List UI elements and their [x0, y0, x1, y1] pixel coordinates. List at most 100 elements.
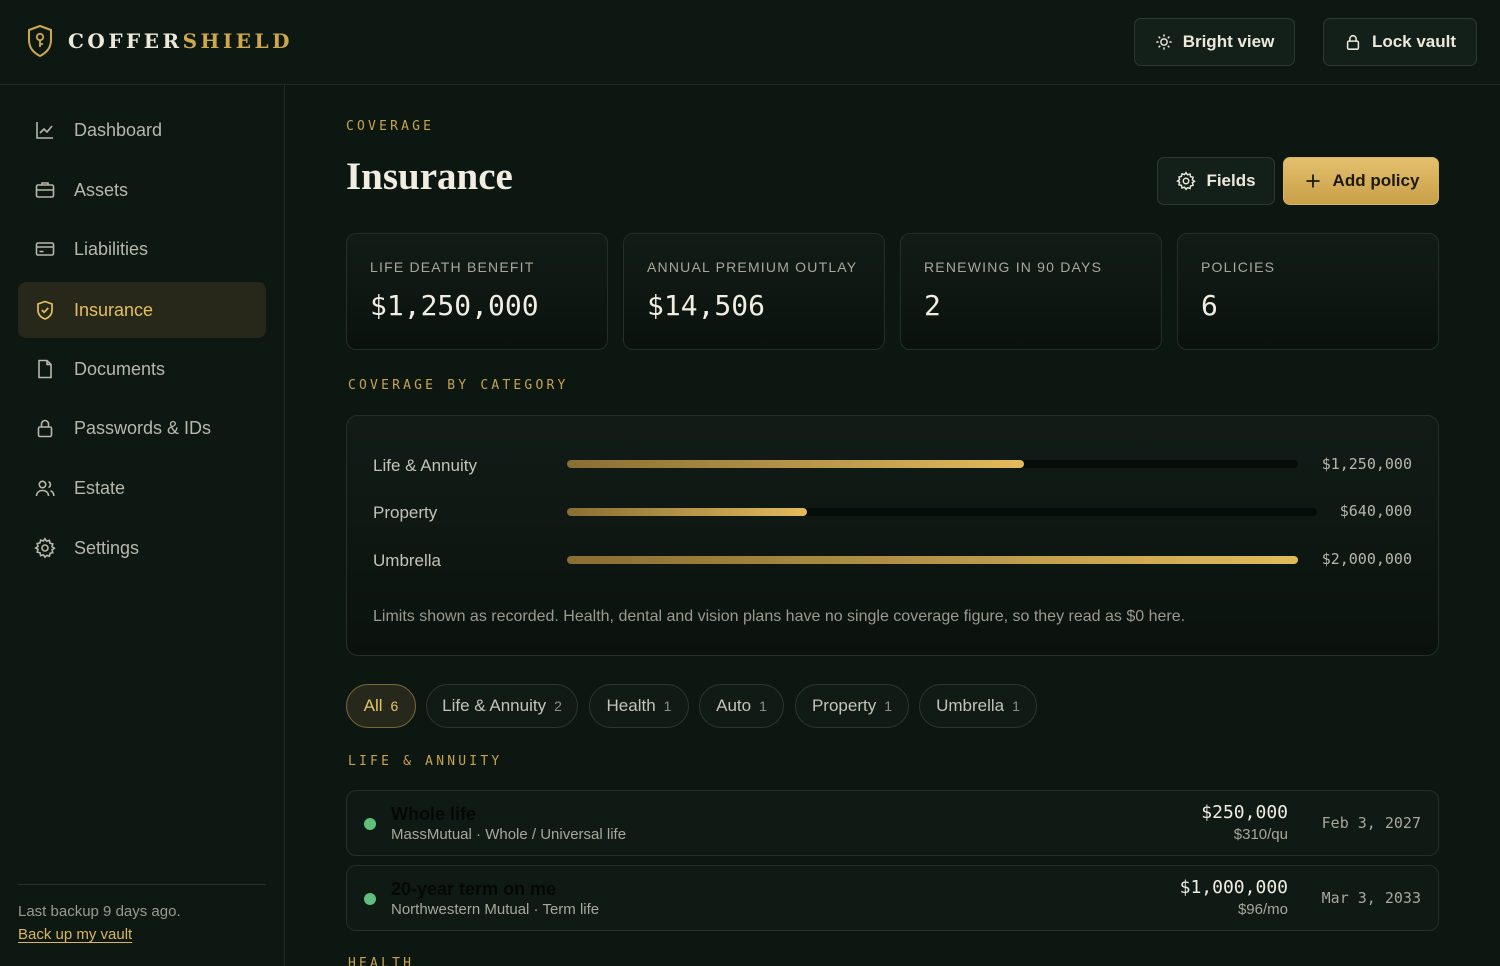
stat-value: $14,506 — [647, 289, 766, 322]
coverage-value: $1,250,000 — [1321, 455, 1412, 473]
stat-card-renewing: RENEWING IN 90 DAYS 2 — [900, 233, 1162, 350]
sidebar-item-assets[interactable]: Assets — [18, 162, 266, 218]
coverage-card: Life & Annuity $1,250,000 Property $640,… — [346, 415, 1439, 656]
brand-name-part-1: COFFER — [68, 29, 183, 53]
backup-vault-link[interactable]: Back up my vault — [18, 926, 132, 943]
status-dot — [364, 818, 376, 830]
brand-name-part-2: SHIELD — [182, 29, 293, 53]
plus-icon — [1306, 174, 1320, 188]
policy-name: Whole life — [391, 804, 476, 824]
add-policy-button[interactable]: Add policy — [1283, 157, 1439, 205]
chip-label: All — [363, 696, 383, 715]
file-icon — [38, 359, 52, 379]
chip-count: 1 — [663, 698, 672, 714]
policy-renewal-date: Feb 3, 2027 — [1321, 814, 1421, 832]
coverage-label: Umbrella — [373, 551, 442, 570]
last-backup-text: Last backup 9 days ago. — [18, 903, 181, 920]
filter-chip-auto[interactable]: Auto 1 — [699, 684, 784, 728]
policy-row-term-life[interactable]: 20-year term on me Northwestern Mutual ·… — [346, 865, 1439, 931]
policy-row-whole-life[interactable]: Whole life MassMutual · Whole / Universa… — [346, 790, 1439, 856]
coverage-label: Property — [373, 503, 438, 522]
brand-name: COFFERSHIELD — [68, 29, 293, 53]
coverage-bar-life — [567, 460, 1024, 468]
coverage-track — [567, 556, 1298, 564]
chip-count: 1 — [759, 698, 767, 714]
filter-chip-umbrella[interactable]: Umbrella 1 — [919, 684, 1037, 728]
policy-carrier: Northwestern Mutual · Term life — [391, 901, 600, 918]
status-dot — [364, 893, 376, 905]
stat-label: RENEWING IN 90 DAYS — [924, 259, 1103, 275]
page-eyebrow: COVERAGE — [346, 119, 435, 134]
stat-value: $1,250,000 — [370, 289, 539, 322]
sidebar-item-label: Passwords & IDs — [74, 417, 212, 438]
stat-label: ANNUAL PREMIUM OUTLAY — [647, 259, 858, 275]
policy-amount: $250,000 — [1201, 802, 1288, 823]
policy-premium: $96/mo — [1237, 901, 1288, 918]
stat-card-annual-premium: ANNUAL PREMIUM OUTLAY $14,506 — [623, 233, 885, 350]
coverage-track — [567, 508, 1317, 516]
policy-amount: $1,000,000 — [1179, 877, 1288, 898]
filter-chip-all[interactable]: All 6 — [346, 684, 416, 728]
chip-label: Property — [811, 696, 877, 715]
chip-label: Auto — [716, 696, 752, 715]
chip-count: 2 — [554, 698, 562, 714]
top-bar: COFFERSHIELD Bright view Lock vault — [0, 0, 1500, 85]
chip-count: 1 — [1012, 698, 1020, 714]
coverage-heading: COVERAGE BY CATEGORY — [348, 378, 569, 393]
sun-icon — [1156, 34, 1172, 50]
policy-premium: $310/qu — [1233, 826, 1288, 843]
sidebar-item-label: Settings — [74, 537, 140, 558]
sidebar-item-label: Dashboard — [74, 119, 163, 140]
filter-chip-health[interactable]: Health 1 — [589, 684, 689, 728]
stat-card-life-death-benefit: LIFE DEATH BENEFIT $1,250,000 — [346, 233, 608, 350]
sidebar-item-insurance[interactable]: Insurance — [18, 282, 266, 338]
stat-value: 2 — [924, 289, 941, 322]
chip-label: Life & Annuity — [442, 696, 547, 715]
filter-chip-property[interactable]: Property 1 — [795, 684, 909, 728]
chip-label: Umbrella — [936, 696, 1005, 715]
credit-card-icon — [35, 242, 55, 256]
coverage-label: Life & Annuity — [373, 456, 477, 475]
users-icon — [35, 480, 55, 497]
sidebar-item-dashboard[interactable]: Dashboard — [18, 102, 266, 158]
lock-vault-button[interactable]: Lock vault — [1323, 18, 1477, 66]
gear-icon — [34, 537, 56, 559]
policy-renewal-date: Mar 3, 2033 — [1321, 889, 1421, 907]
lock-icon — [37, 419, 53, 438]
sidebar-item-settings[interactable]: Settings — [18, 520, 266, 576]
briefcase-icon — [35, 182, 55, 198]
group-heading-life-annuity: LIFE & ANNUITY — [348, 754, 503, 769]
sidebar-item-documents[interactable]: Documents — [18, 341, 266, 397]
sidebar-item-estate[interactable]: Estate — [18, 460, 266, 516]
sidebar-item-passwords-ids[interactable]: Passwords & IDs — [18, 400, 266, 456]
fields-label: Fields — [1206, 171, 1256, 190]
stat-label: POLICIES — [1201, 259, 1276, 275]
bright-view-button[interactable]: Bright view — [1134, 18, 1295, 66]
sidebar-item-label: Assets — [74, 179, 129, 200]
gear-icon — [1176, 171, 1197, 191]
coverage-track — [567, 460, 1298, 468]
coverage-value: $2,000,000 — [1321, 550, 1412, 568]
sidebar-item-label: Estate — [74, 477, 126, 498]
chip-count: 6 — [390, 698, 399, 714]
sidebar: Dashboard Assets Liabilities Insurance D… — [0, 85, 285, 966]
chart-line-icon — [36, 122, 53, 139]
sidebar-divider — [18, 884, 266, 885]
sidebar-item-label: Liabilities — [74, 238, 149, 259]
stat-card-policies: POLICIES 6 — [1177, 233, 1439, 350]
fields-button[interactable]: Fields — [1157, 157, 1275, 205]
shield-logo-icon — [28, 24, 52, 58]
policy-name: 20-year term on me — [391, 879, 557, 899]
filter-chip-life-annuity[interactable]: Life & Annuity 2 — [426, 684, 578, 728]
coverage-bar-property — [567, 508, 807, 516]
coverage-note: Limits shown as recorded. Health, dental… — [373, 608, 1186, 625]
brand-logo[interactable]: COFFERSHIELD — [26, 24, 293, 58]
policy-carrier: MassMutual · Whole / Universal life — [391, 826, 627, 843]
stat-label: LIFE DEATH BENEFIT — [370, 259, 535, 275]
page-title: Insurance — [346, 155, 513, 198]
coverage-value: $640,000 — [1339, 502, 1412, 520]
chip-count: 1 — [884, 698, 893, 714]
lock-icon — [1346, 35, 1360, 50]
sidebar-item-liabilities[interactable]: Liabilities — [18, 221, 266, 277]
lock-vault-label: Lock vault — [1371, 32, 1457, 51]
